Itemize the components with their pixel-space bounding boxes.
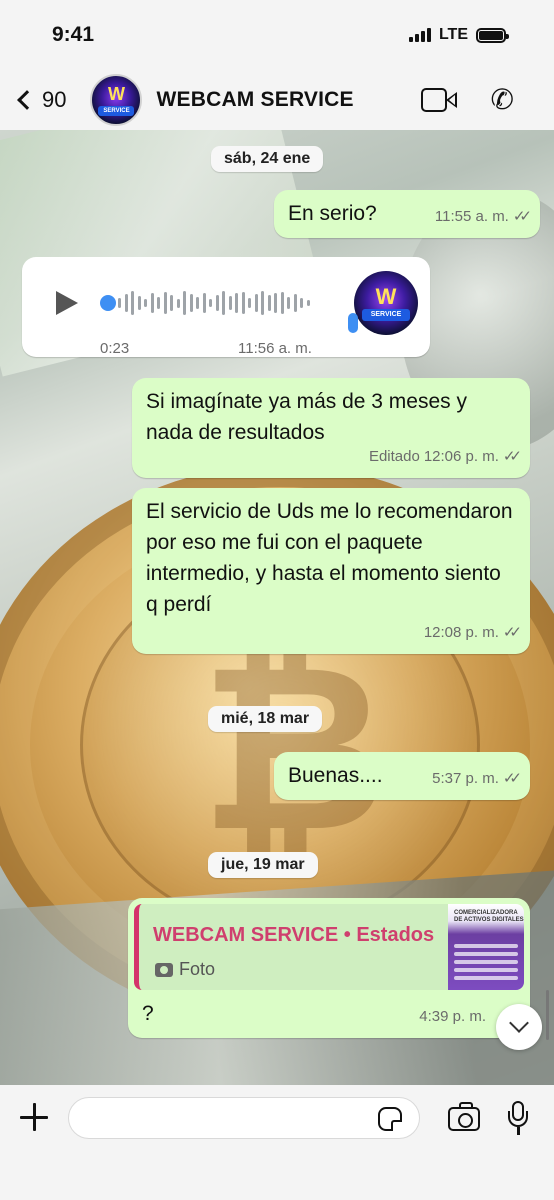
incoming-voice-message[interactable]: 0:23 11:56 a. m. W SERVICE	[22, 257, 430, 357]
read-ticks-icon: ✓✓	[512, 208, 532, 225]
phone-icon[interactable]: ✆	[491, 86, 514, 114]
quoted-status-reply[interactable]: WEBCAM SERVICE • Estados Foto COMERCIALI…	[134, 904, 524, 990]
wallpaper-bitcoin-symbol: ₿	[200, 616, 388, 883]
status-time: 9:41	[52, 23, 95, 46]
video-call-icon[interactable]	[420, 88, 457, 112]
outgoing-reply-message[interactable]: WEBCAM SERVICE • Estados Foto COMERCIALI…	[128, 898, 530, 1038]
read-ticks-icon: ✓✓	[502, 624, 522, 641]
avatar-logo-badge: SERVICE	[362, 309, 410, 321]
message-time: 4:39 p. m.	[419, 1008, 486, 1025]
message-time: 5:37 p. m.	[432, 770, 499, 787]
unread-count: 90	[42, 87, 67, 112]
date-separator: jue, 19 mar	[208, 852, 318, 878]
voice-waveform	[118, 289, 310, 317]
thumbnail-text: COMERCIALIZADORA DE ACTIVOS DIGITALES	[454, 910, 524, 923]
status-indicators: LTE	[408, 26, 509, 44]
message-time: 12:08 p. m.	[423, 624, 499, 641]
message-meta: 5:37 p. m. ✓✓	[432, 763, 522, 794]
battery-icon	[476, 27, 509, 43]
date-separator: sáb, 24 ene	[211, 146, 324, 172]
outgoing-message[interactable]: En serio? 11:55 a. m. ✓✓	[274, 190, 540, 238]
avatar-logo-letter: W	[375, 284, 397, 309]
message-time: 11:55 a. m.	[434, 208, 509, 225]
mic-icon	[348, 313, 358, 333]
play-icon[interactable]	[56, 291, 78, 315]
back-button[interactable]: 90	[14, 87, 66, 113]
reply-media-type: Foto	[155, 954, 215, 985]
message-meta: 4:39 p. m.	[419, 1001, 486, 1032]
network-label: LTE	[438, 26, 468, 43]
message-text: En serio?	[288, 202, 377, 225]
sticker-icon[interactable]	[378, 1107, 402, 1131]
contact-avatar[interactable]: W SERVICE	[90, 74, 143, 126]
status-bar: 9:41 LTE	[0, 0, 554, 70]
message-text: ?	[142, 1002, 154, 1025]
avatar-logo-badge: SERVICE	[98, 106, 135, 116]
read-ticks-icon: ✓✓	[502, 770, 522, 787]
scroll-to-bottom-button[interactable]	[496, 1004, 542, 1050]
message-text: El servicio de Uds me lo recomendaron po…	[146, 500, 513, 616]
plus-icon[interactable]	[20, 1103, 48, 1131]
camera-icon	[155, 962, 173, 977]
outgoing-message[interactable]: Si imagínate ya más de 3 meses y nada de…	[132, 378, 530, 478]
message-text: Buenas....	[288, 764, 383, 787]
reply-thumbnail: COMERCIALIZADORA DE ACTIVOS DIGITALES	[448, 904, 524, 990]
signal-icon	[408, 28, 431, 42]
outgoing-message[interactable]: Buenas.... 5:37 p. m. ✓✓	[274, 752, 530, 800]
message-text: Si imagínate ya más de 3 meses y nada de…	[146, 390, 467, 444]
camera-icon[interactable]	[448, 1102, 480, 1131]
chat-header: 90 W SERVICE WEBCAM SERVICE ✆	[0, 70, 554, 130]
message-time: 11:56 a. m.	[238, 340, 312, 357]
date-separator: mié, 18 mar	[208, 706, 323, 732]
read-ticks-icon: ✓✓	[502, 448, 522, 465]
scrollbar[interactable]	[546, 990, 549, 1040]
microphone-icon[interactable]	[508, 1101, 528, 1135]
message-input[interactable]	[68, 1097, 420, 1139]
playback-scrubber[interactable]	[100, 295, 116, 311]
reply-media-label: Foto	[179, 959, 216, 979]
header-actions: ✆	[420, 86, 540, 114]
reply-author: WEBCAM SERVICE • Estados	[153, 924, 435, 946]
message-meta: 11:55 a. m. ✓✓	[435, 201, 532, 232]
sender-avatar: W SERVICE	[354, 271, 418, 335]
voice-duration: 0:23	[100, 340, 130, 357]
message-composer	[0, 1085, 554, 1200]
message-meta: 12:08 p. m. ✓✓	[424, 617, 522, 648]
message-time: 12:06 p. m.	[423, 448, 499, 465]
chevron-left-icon	[17, 90, 37, 110]
chevron-down-icon	[509, 1013, 529, 1033]
avatar-logo-letter: W	[107, 84, 125, 104]
message-meta: Editado 12:06 p. m. ✓✓	[369, 441, 522, 472]
contact-name[interactable]: WEBCAM SERVICE	[156, 88, 353, 112]
edited-label: Editado	[368, 448, 420, 465]
outgoing-message[interactable]: El servicio de Uds me lo recomendaron po…	[132, 488, 530, 654]
